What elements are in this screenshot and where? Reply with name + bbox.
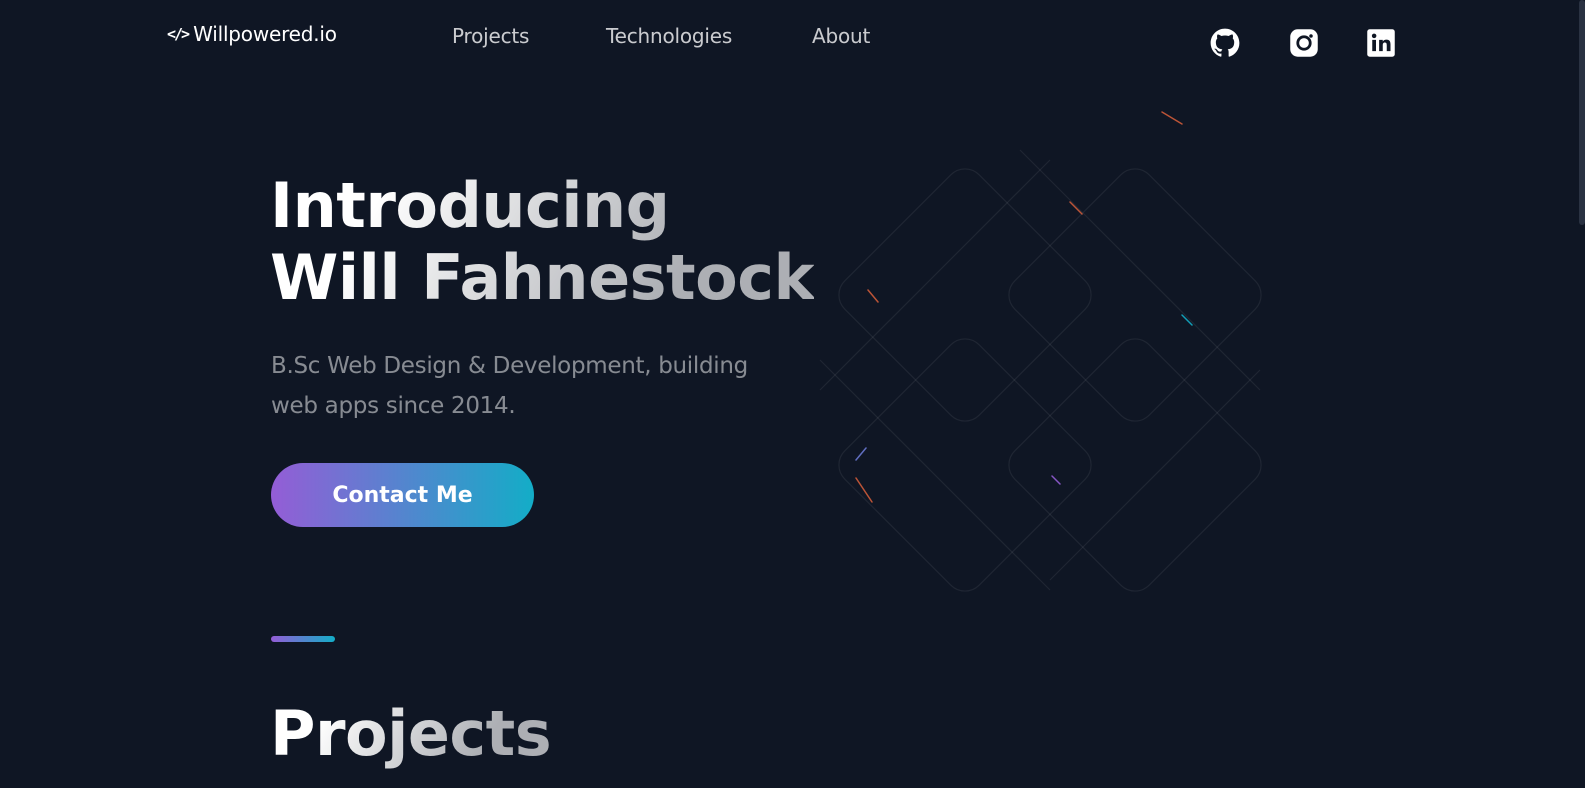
instagram-icon[interactable] [1289,28,1319,58]
hero-title-line2: Will Fahnestock [270,241,815,314]
hero-subtitle: B.Sc Web Design & Development, building … [271,353,748,419]
contact-me-button[interactable]: Contact Me [271,463,534,527]
projects-section-title: Projects [270,697,552,770]
scrollbar-thumb[interactable] [1579,0,1585,225]
logo-link[interactable]: </> Willpowered.io [167,22,337,46]
logo-text: Willpowered.io [193,22,337,46]
linkedin-icon[interactable] [1366,28,1396,58]
section-divider [271,636,335,642]
background-grid-art [819,111,1262,592]
hero-title-line1: Introducing [270,169,670,242]
hero-title: Introducing Will Fahnestock [270,170,814,314]
github-icon[interactable] [1210,28,1240,58]
page: </> Willpowered.io Projects Technologies… [0,0,1585,788]
scrollbar-track[interactable] [1579,0,1585,788]
nav-link-technologies[interactable]: Technologies [606,24,732,48]
nav-link-projects[interactable]: Projects [452,24,529,48]
code-icon: </> [167,25,190,43]
nav-link-about[interactable]: About [812,24,870,48]
